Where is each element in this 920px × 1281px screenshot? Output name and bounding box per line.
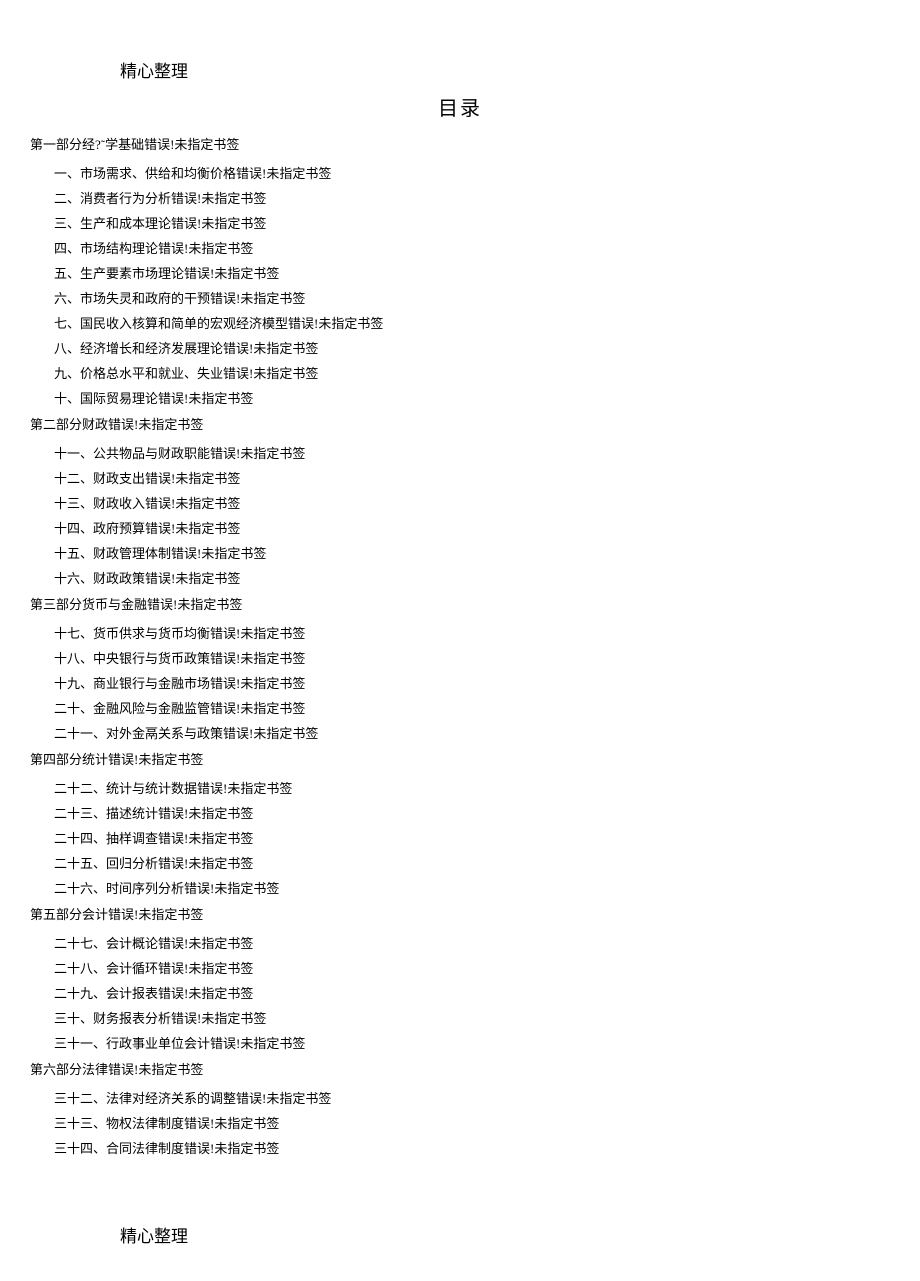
toc-section-header: 第六部分法律错误!未指定书签 [30, 1063, 890, 1076]
toc-item: 十四、政府预算错误!未指定书签 [30, 522, 890, 535]
toc-item: 三十一、行政事业单位会计错误!未指定书签 [30, 1037, 890, 1050]
toc-item: 二十八、会计循环错误!未指定书签 [30, 962, 890, 975]
toc-section-header: 第四部分统计错误!未指定书签 [30, 753, 890, 766]
toc-section-header: 第三部分货币与金融错误!未指定书签 [30, 598, 890, 611]
toc-item: 五、生产要素市场理论错误!未指定书签 [30, 267, 890, 280]
toc-item: 四、市场结构理论错误!未指定书签 [30, 242, 890, 255]
toc-item: 三十四、合同法律制度错误!未指定书签 [30, 1142, 890, 1155]
page-header: 精心整理 [120, 57, 188, 82]
toc-item: 十七、货币供求与货币均衡错误!未指定书签 [30, 627, 890, 640]
toc-item: 三十二、法律对经济关系的调整错误!未指定书签 [30, 1092, 890, 1105]
toc-item: 十三、财政收入错误!未指定书签 [30, 497, 890, 510]
toc-item: 二十九、会计报表错误!未指定书签 [30, 987, 890, 1000]
toc-item: 九、价格总水平和就业、失业错误!未指定书签 [30, 367, 890, 380]
toc-section-header: 第一部分经?˜学基础错误!未指定书签 [30, 138, 890, 151]
toc-item: 二十一、对外金鬲关系与政策错误!未指定书签 [30, 727, 890, 740]
toc-item: 十八、中央银行与货币政策错误!未指定书签 [30, 652, 890, 665]
toc-section-header: 第五部分会计错误!未指定书签 [30, 908, 890, 921]
toc-item: 二十四、抽样调查错误!未指定书签 [30, 832, 890, 845]
toc-item: 二十二、统计与统计数据错误!未指定书签 [30, 782, 890, 795]
toc-item: 三十、财务报表分析错误!未指定书签 [30, 1012, 890, 1025]
toc-item: 三十三、物权法律制度错误!未指定书签 [30, 1117, 890, 1130]
toc-item: 二十三、描述统计错误!未指定书签 [30, 807, 890, 820]
toc-item: 十、国际贸易理论错误!未指定书签 [30, 392, 890, 405]
toc-item: 七、国民收入核算和简单的宏观经济模型错误!未指定书签 [30, 317, 890, 330]
toc-item: 十二、财政支出错误!未指定书签 [30, 472, 890, 485]
toc-item: 二十七、会计概论错误!未指定书签 [30, 937, 890, 950]
toc-content: 第一部分经?˜学基础错误!未指定书签一、市场需求、供给和均衡价格错误!未指定书签… [30, 138, 890, 1167]
toc-item: 六、市场失灵和政府的干预错误!未指定书签 [30, 292, 890, 305]
page-footer: 精心整理 [120, 1222, 188, 1247]
toc-item: 十一、公共物品与财政职能错误!未指定书签 [30, 447, 890, 460]
toc-item: 二十六、时间序列分析错误!未指定书签 [30, 882, 890, 895]
toc-item: 一、市场需求、供给和均衡价格错误!未指定书签 [30, 167, 890, 180]
toc-item: 二十五、回归分析错误!未指定书签 [30, 857, 890, 870]
toc-item: 十六、财政政策错误!未指定书签 [30, 572, 890, 585]
toc-item: 十九、商业银行与金融市场错误!未指定书签 [30, 677, 890, 690]
document-title: 目录 [0, 92, 920, 121]
toc-item: 十五、财政管理体制错误!未指定书签 [30, 547, 890, 560]
toc-item: 二、消费者行为分析错误!未指定书签 [30, 192, 890, 205]
toc-item: 八、经济增长和经济发展理论错误!未指定书签 [30, 342, 890, 355]
toc-item: 二十、金融风险与金融监管错误!未指定书签 [30, 702, 890, 715]
toc-item: 三、生产和成本理论错误!未指定书签 [30, 217, 890, 230]
toc-section-header: 第二部分财政错误!未指定书签 [30, 418, 890, 431]
